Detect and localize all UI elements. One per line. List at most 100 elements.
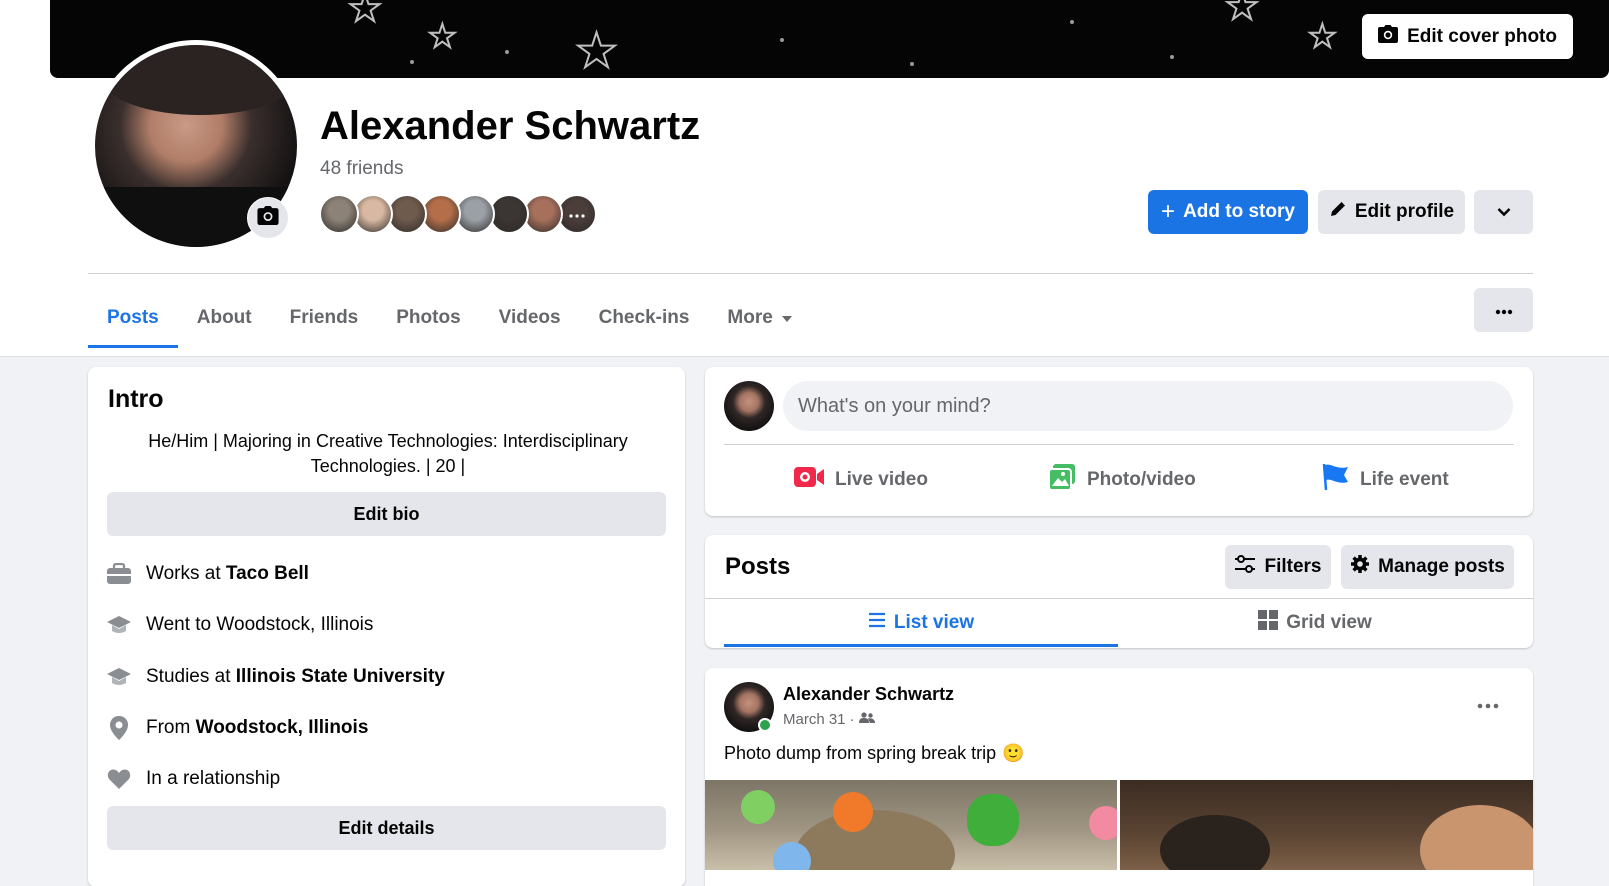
post-date[interactable]: March 31 bbox=[783, 711, 846, 728]
friend-avatar[interactable] bbox=[557, 194, 597, 234]
manage-posts-label: Manage posts bbox=[1378, 556, 1505, 577]
add-to-story-button[interactable]: + Add to story bbox=[1148, 190, 1308, 234]
edit-profile-button[interactable]: Edit profile bbox=[1318, 190, 1465, 234]
profile-header: ★ ★ ★ ★ ★ Edit cover photo Alexander Sch… bbox=[0, 0, 1609, 357]
smiley-emoji: 🙂 bbox=[1002, 743, 1025, 763]
photo-video-icon bbox=[1047, 463, 1077, 497]
tab-posts[interactable]: Posts bbox=[88, 288, 178, 348]
star-decoration: ★ bbox=[1307, 18, 1338, 54]
live-video-icon bbox=[793, 465, 825, 495]
caret-down-icon bbox=[781, 307, 793, 329]
composer-avatar[interactable] bbox=[724, 381, 774, 431]
camera-icon bbox=[1378, 24, 1399, 49]
star-decoration: ★ bbox=[427, 18, 458, 54]
filters-button[interactable]: Filters bbox=[1225, 545, 1331, 589]
grid-icon bbox=[1258, 610, 1279, 636]
detail-from: From Woodstock, Illinois bbox=[106, 715, 368, 741]
edit-cover-photo-button[interactable]: Edit cover photo bbox=[1362, 14, 1573, 59]
tab-more[interactable]: More bbox=[708, 288, 811, 348]
tab-label: More bbox=[727, 307, 773, 328]
tab-about[interactable]: About bbox=[178, 288, 271, 348]
detail-emphasis[interactable]: Illinois State University bbox=[236, 666, 445, 687]
detail-relationship: In a relationship bbox=[106, 766, 280, 792]
list-view-tab[interactable]: List view bbox=[724, 599, 1118, 647]
edit-details-button[interactable]: Edit details bbox=[107, 806, 666, 850]
chevron-down-icon bbox=[1497, 201, 1511, 223]
tab-label: Check-ins bbox=[598, 307, 690, 328]
gear-icon bbox=[1350, 554, 1370, 580]
detail-emphasis[interactable]: Taco Bell bbox=[226, 563, 309, 584]
ellipsis-icon bbox=[1495, 299, 1513, 321]
profile-options-dropdown[interactable] bbox=[1474, 190, 1533, 234]
friend-avatar[interactable] bbox=[455, 194, 495, 234]
photo-video-label: Photo/video bbox=[1087, 469, 1196, 490]
dot-decoration bbox=[910, 62, 914, 66]
tab-check-ins[interactable]: Check-ins bbox=[580, 288, 709, 348]
friend-avatar[interactable] bbox=[353, 194, 393, 234]
friend-avatar[interactable] bbox=[387, 194, 427, 234]
tab-label: Videos bbox=[498, 307, 561, 328]
ellipsis-icon bbox=[1477, 696, 1499, 713]
dot-decoration bbox=[1070, 20, 1074, 24]
detail-emphasis[interactable]: Woodstock, Illinois bbox=[196, 717, 369, 738]
life-event-button[interactable]: Life event bbox=[1320, 455, 1449, 505]
composer-divider bbox=[724, 444, 1514, 445]
grid-view-label: Grid view bbox=[1286, 612, 1372, 633]
status-input[interactable]: What's on your mind? bbox=[783, 381, 1513, 431]
dot-decoration bbox=[780, 38, 784, 42]
tab-photos[interactable]: Photos bbox=[377, 288, 479, 348]
graduation-cap-icon bbox=[106, 612, 132, 638]
edit-profile-label: Edit profile bbox=[1354, 201, 1455, 222]
friend-avatar[interactable] bbox=[319, 194, 359, 234]
live-video-label: Live video bbox=[835, 469, 928, 490]
detail-text: Studies at Illinois State University bbox=[146, 666, 445, 688]
intro-card: Intro He/Him | Majoring in Creative Tech… bbox=[88, 367, 685, 886]
edit-cover-photo-label: Edit cover photo bbox=[1407, 25, 1557, 47]
more-options-button[interactable] bbox=[1474, 288, 1533, 332]
friend-avatar[interactable] bbox=[523, 194, 563, 234]
edit-bio-button[interactable]: Edit bio bbox=[107, 492, 666, 536]
location-pin-icon bbox=[106, 715, 132, 741]
detail-work: Works at Taco Bell bbox=[106, 561, 309, 587]
friend-avatar[interactable] bbox=[421, 194, 461, 234]
post-card: Alexander Schwartz March 31 · Photo dump… bbox=[705, 668, 1533, 886]
update-profile-picture-button[interactable] bbox=[247, 197, 289, 239]
add-to-story-label: Add to story bbox=[1183, 201, 1295, 222]
post-options-button[interactable] bbox=[1477, 696, 1499, 714]
flag-icon bbox=[1320, 462, 1350, 498]
posts-title: Posts bbox=[725, 553, 791, 580]
avatar-hair bbox=[105, 45, 295, 115]
detail-text: Went to Woodstock, Illinois bbox=[146, 614, 373, 636]
manage-posts-button[interactable]: Manage posts bbox=[1341, 545, 1514, 589]
post-meta: March 31 · bbox=[783, 711, 875, 728]
friends-count[interactable]: 48 friends bbox=[320, 158, 403, 180]
life-event-label: Life event bbox=[1360, 469, 1449, 490]
post-author-name[interactable]: Alexander Schwartz bbox=[783, 684, 954, 705]
post-photo-2[interactable] bbox=[1120, 780, 1533, 870]
plus-icon: + bbox=[1161, 198, 1176, 225]
post-photo-1[interactable] bbox=[705, 780, 1117, 870]
sliders-icon bbox=[1234, 555, 1256, 579]
detail-prefix: In a relationship bbox=[146, 768, 281, 789]
bio-text: He/Him | Majoring in Creative Technologi… bbox=[148, 431, 628, 476]
friends-audience-icon[interactable] bbox=[858, 711, 875, 728]
tab-label: Posts bbox=[107, 307, 159, 328]
list-view-label: List view bbox=[893, 612, 975, 633]
photo-video-button[interactable]: Photo/video bbox=[1047, 455, 1196, 505]
tab-label: About bbox=[196, 307, 252, 328]
detail-text: In a relationship bbox=[146, 768, 280, 790]
post-text: Photo dump from spring break trip 🙂 bbox=[724, 743, 1025, 764]
grid-view-tab[interactable]: Grid view bbox=[1118, 599, 1512, 647]
friend-avatar[interactable] bbox=[489, 194, 529, 234]
camera-icon bbox=[257, 206, 279, 230]
dot-decoration bbox=[505, 50, 509, 54]
tab-videos[interactable]: Videos bbox=[480, 288, 580, 348]
live-video-button[interactable]: Live video bbox=[793, 455, 928, 505]
posts-panel: Posts Filters Manage posts List view Gri… bbox=[705, 535, 1533, 648]
detail-went-to: Went to Woodstock, Illinois bbox=[106, 612, 373, 638]
dot-decoration bbox=[410, 60, 414, 64]
tab-friends[interactable]: Friends bbox=[271, 288, 378, 348]
ellipsis-icon bbox=[569, 205, 585, 223]
flower-sticker bbox=[833, 792, 873, 832]
flower-sticker bbox=[1089, 806, 1117, 840]
